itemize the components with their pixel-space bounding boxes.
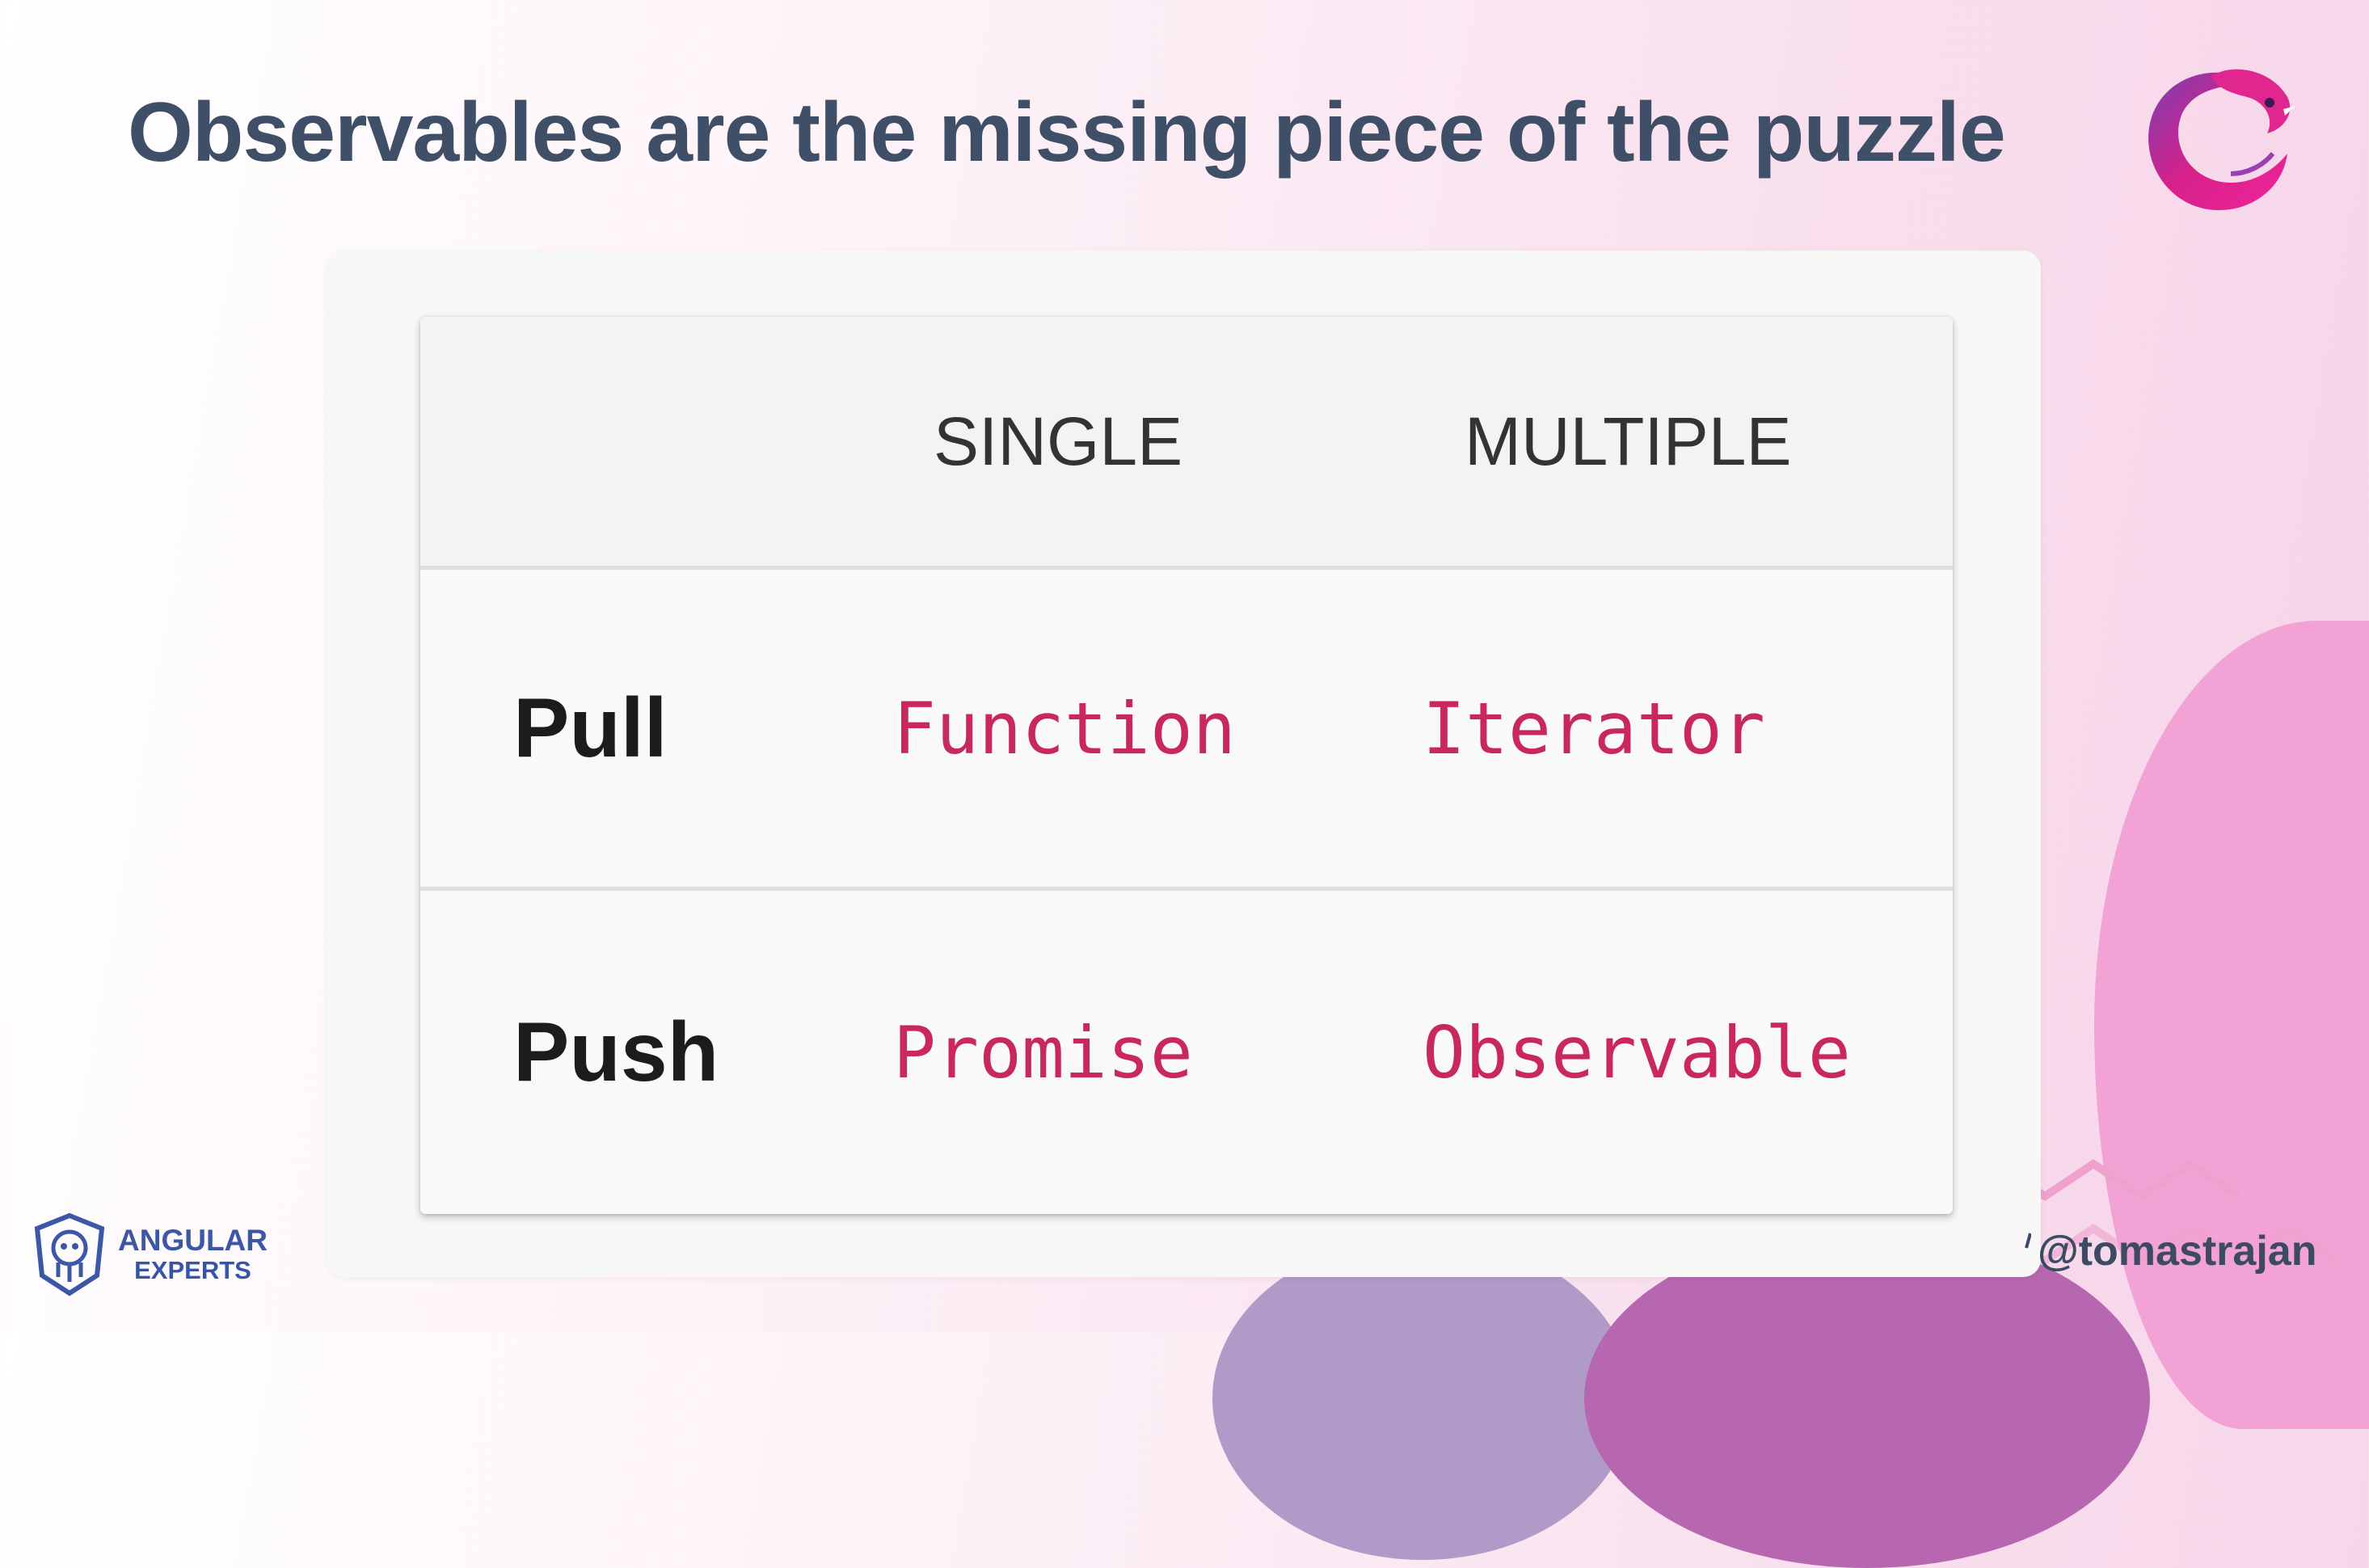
author-handle: @tomastrajan: [2025, 1227, 2316, 1275]
cell-observable: Observable: [1423, 1010, 1851, 1094]
table-card: SINGLE MULTIPLE Pull Function Iterator P…: [327, 251, 2041, 1277]
rxjs-logo-icon: [2148, 69, 2295, 210]
angular-experts-brand: ANGULAR EXPERTS: [32, 1212, 268, 1296]
background-blob-pink: [2094, 621, 2369, 1429]
cell-promise: Promise: [893, 1010, 1193, 1094]
row-label-push: Push: [513, 1005, 719, 1099]
brand-name-line2: EXPERTS: [134, 1256, 251, 1285]
twitter-mark-icon: [2025, 1233, 2031, 1249]
table-row-pull: Pull Function Iterator: [420, 570, 1953, 891]
angular-experts-shield-icon: [34, 1212, 105, 1296]
row-label-pull: Pull: [513, 681, 668, 775]
column-header-single: SINGLE: [934, 403, 1183, 479]
observables-table: SINGLE MULTIPLE Pull Function Iterator P…: [420, 317, 1953, 1214]
table-row-push: Push Promise Observable: [420, 891, 1953, 1214]
cell-iterator: Iterator: [1423, 686, 1765, 770]
column-header-multiple: MULTIPLE: [1465, 403, 1792, 479]
table-header-row: SINGLE MULTIPLE: [420, 317, 1953, 570]
cell-function: Function: [893, 686, 1236, 770]
background-blob-purple: [1212, 1237, 1633, 1560]
slide-title: Observables are the missing piece of the…: [128, 86, 2006, 179]
handle-text: @tomastrajan: [2038, 1228, 2317, 1275]
brand-name-line1: ANGULAR: [118, 1224, 268, 1258]
